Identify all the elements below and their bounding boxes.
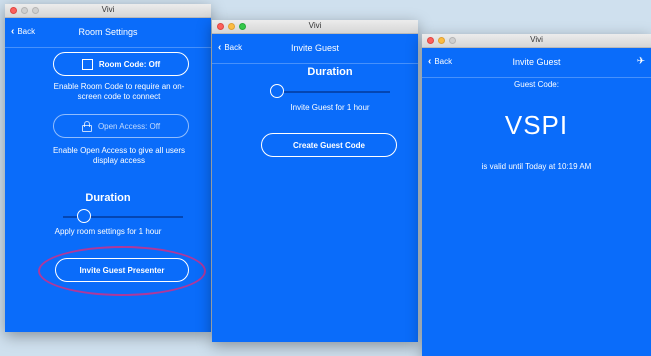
window-titlebar[interactable]: Vivi (5, 4, 211, 18)
duration-note: Invite Guest for 1 hour (290, 103, 370, 112)
open-access-note: Enable Open Access to give all users dis… (52, 146, 186, 165)
window-title: Vivi (101, 5, 115, 14)
open-access-label: Open Access: Off (97, 121, 161, 131)
checkbox-icon (81, 58, 93, 70)
guest-code-value: VSPI (504, 110, 569, 140)
window-title: Vivi (308, 21, 322, 30)
highlight-annotation (38, 246, 206, 296)
duration-slider-knob[interactable] (270, 84, 284, 98)
guest-code-window: Vivi ‹ Back Invite Guest ✈ Guest Code: V… (422, 34, 651, 356)
page-title: Invite Guest (512, 57, 561, 67)
pin-icon[interactable]: ✈ (637, 56, 645, 67)
guest-code-label: Guest Code: (514, 80, 559, 89)
lock-icon (81, 120, 92, 132)
nav-bar: ‹ Back Invite Guest (212, 34, 418, 64)
room-code-note: Enable Room Code to require an on-screen… (53, 82, 185, 101)
valid-until-note: is valid until Today at 10:19 AM (481, 162, 592, 171)
create-guest-code-label: Create Guest Code (292, 140, 366, 150)
duration-heading: Duration (307, 66, 353, 78)
page-title: Room Settings (78, 27, 138, 37)
room-code-label: Room Code: Off (98, 59, 161, 69)
window-titlebar[interactable]: Vivi (422, 34, 651, 48)
window-titlebar[interactable]: Vivi (212, 20, 418, 34)
invite-guest-window: Vivi ‹ Back Invite Guest Duration Invite… (212, 20, 418, 342)
open-access-button[interactable]: Open Access: Off (53, 114, 189, 138)
page-title: Invite Guest (290, 43, 340, 53)
nav-bar: ‹ Back Room Settings (5, 18, 211, 48)
room-settings-window: Vivi ‹ Back Room Settings Room Code: Off… (5, 4, 211, 332)
nav-bar: ‹ Back Invite Guest ✈ (422, 48, 651, 78)
window-title: Vivi (530, 35, 543, 44)
create-guest-code-button[interactable]: Create Guest Code (261, 133, 397, 157)
duration-heading: Duration (85, 192, 131, 204)
duration-note: Apply room settings for 1 hour (54, 227, 162, 236)
room-code-button[interactable]: Room Code: Off (53, 52, 189, 76)
duration-slider-track[interactable] (278, 91, 390, 93)
duration-slider-knob[interactable] (77, 209, 91, 223)
